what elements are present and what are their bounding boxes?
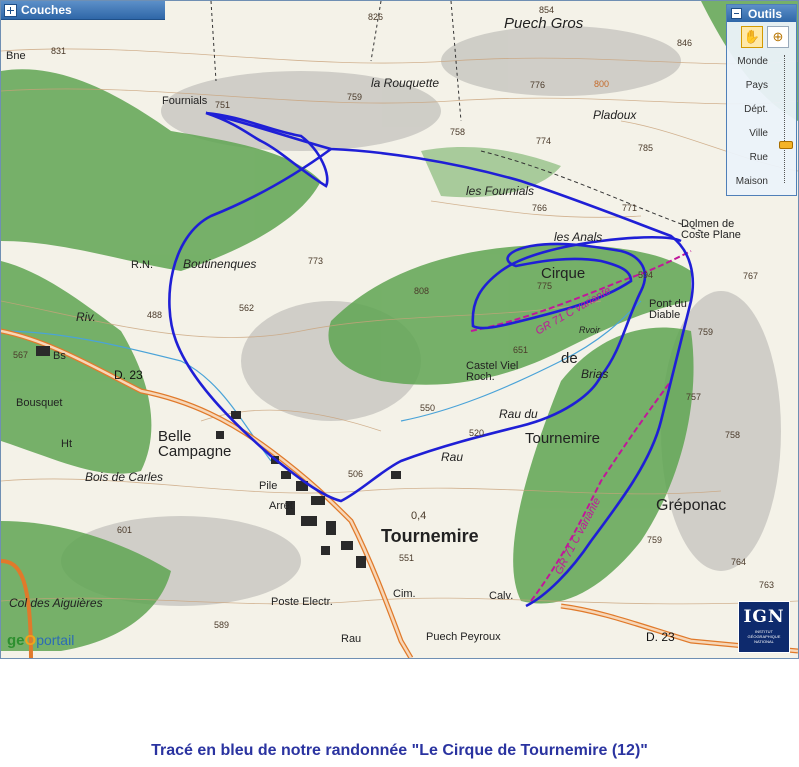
zoom-level-dept[interactable]: Dépt. [744,104,768,115]
place-label: Bousquet [16,397,63,409]
ign-logo: IGN INSTITUT GÉOGRAPHIQUE NATIONAL [738,601,790,653]
place-label: de [561,350,578,367]
map-caption: Tracé en bleu de notre randonnée "Le Cir… [151,742,648,759]
altitude-label: 601 [117,525,133,535]
zoom-level-rue[interactable]: Rue [750,152,768,163]
altitude-label: 846 [677,38,693,48]
altitude-label: 759 [698,327,714,337]
place-label: Cirque [541,265,586,282]
altitude-label: 776 [530,80,546,90]
place-label: les Anals [554,230,603,244]
altitude-label: 800 [594,79,610,89]
hand-pan-icon[interactable]: ✋ [741,26,763,48]
place-label: Rvoir [579,325,601,335]
altitude-label: 594 [638,270,654,280]
place-label: Pont du Diable [649,298,687,321]
altitude-label: 757 [686,392,702,402]
place-label: Puech Peyroux [426,631,501,643]
altitude-label: 767 [743,271,759,281]
place-label: Dolmen de Coste Plane [681,218,741,241]
altitude-label: 506 [348,469,364,479]
tools-panel: Outils ✋ ⊕ Monde Pays Dépt. Ville Rue Ma… [726,4,797,196]
expand-icon[interactable] [4,3,17,17]
place-label: Poste Electr. [271,596,333,608]
place-label: Gréponac [656,497,727,514]
altitude-label: 759 [647,535,663,545]
place-label: Bne [6,50,26,62]
place-label: les Fournials [466,184,535,198]
altitude-label: 562 [239,303,255,313]
road-label: D. 23 [114,368,143,382]
altitude-label: 808 [414,286,430,296]
town-label: Tournemire [381,526,479,546]
place-label: Brias [581,367,609,381]
place-label: Rau [341,633,362,645]
zoom-level-monde[interactable]: Monde [737,56,768,67]
geoportail-logo: geOportail [7,632,75,649]
place-label: Riv. [76,310,96,324]
zoom-box-icon[interactable]: ⊕ [767,26,789,48]
altitude-label: 775 [537,281,553,291]
place-label: Boutinenques [183,257,257,271]
altitude-label: 764 [731,557,747,567]
altitude-label: 0,4 [411,510,427,522]
altitude-label: 651 [513,345,529,355]
altitude-label: 488 [147,310,163,320]
altitude-label: 589 [214,620,230,630]
altitude-label: 774 [536,136,552,146]
altitude-label: 763 [759,580,775,590]
altitude-label: 771 [622,203,638,213]
layers-panel-header[interactable]: Couches [1,1,165,20]
place-label: Fournials [162,95,208,107]
zoom-level-ville[interactable]: Ville [749,128,768,139]
altitude-label: 831 [51,46,67,56]
altitude-label: 773 [308,256,324,266]
place-label: Rau du [499,407,538,421]
tools-panel-header[interactable]: Outils [727,5,796,22]
altitude-label: 785 [638,143,654,153]
altitude-label: 759 [347,92,363,102]
place-label: Bs [53,350,66,362]
place-label: Ht [61,438,72,450]
zoom-slider-handle[interactable] [779,141,793,149]
place-label: Bois de Carles [85,470,164,484]
zoom-level-maison[interactable]: Maison [736,176,768,187]
place-label: Calv. [489,590,514,602]
altitude-label: 826 [368,12,384,22]
altitude-label: 766 [532,203,548,213]
altitude-label: 751 [215,100,231,110]
place-label: Belle Campagne [158,428,232,460]
altitude-label: 854 [539,5,555,15]
place-label: Puech Gros [504,15,584,32]
layers-panel-title: Couches [21,3,72,17]
place-label: Rau [441,450,464,464]
altitude-label: 567 [13,350,29,360]
collapse-icon[interactable] [731,8,742,19]
place-label: Col des Aiguières [9,596,103,610]
place-label: R.N. [131,259,153,271]
place-label: la Rouquette [371,76,440,90]
place-label: Arrêt [269,500,293,512]
zoom-level-pays[interactable]: Pays [746,80,768,91]
place-label: Tournemire [525,430,601,447]
altitude-label: 758 [450,127,466,137]
altitude-label: 551 [399,553,415,563]
altitude-label: 758 [725,430,741,440]
zoom-scale[interactable]: Monde Pays Dépt. Ville Rue Maison [727,52,796,192]
place-label: Cim. [393,588,416,600]
map-viewport[interactable]: Puech Gros la Rouquette Pladoux les Four… [0,0,799,659]
place-label: Pile [259,480,278,492]
place-label: Pladoux [593,108,637,122]
road-label: D. 23 [646,630,675,644]
tools-panel-title: Outils [748,6,783,21]
altitude-label: 520 [469,428,485,438]
zoom-slider-track[interactable] [784,55,791,183]
altitude-label: 550 [420,403,436,413]
place-label: Castel Viel Roch. [466,360,519,383]
